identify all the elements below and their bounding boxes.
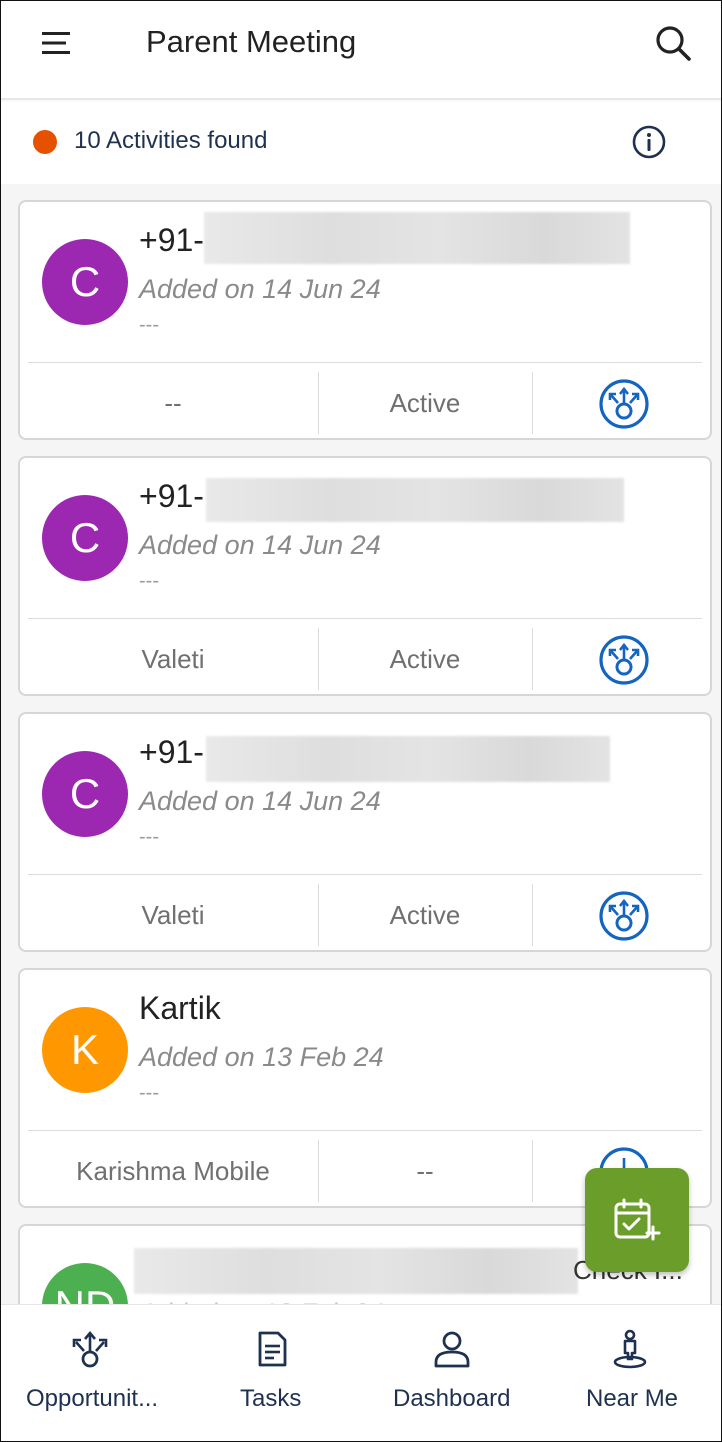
near-me-icon: [613, 1329, 647, 1369]
status-cell: Active: [389, 899, 461, 930]
nav-near-me[interactable]: Near Me: [540, 1305, 722, 1442]
activity-card[interactable]: C +91- Added on 14 Jun 24 --- -- Active: [18, 200, 712, 440]
activity-card[interactable]: C +91- Added on 14 Jun 24 --- Valeti Act…: [18, 456, 712, 696]
activity-card[interactable]: C +91- Added on 14 Jun 24 --- Valeti Act…: [18, 712, 712, 952]
add-activity-fab[interactable]: [585, 1168, 689, 1272]
search-icon[interactable]: [654, 24, 692, 62]
menu-icon[interactable]: [42, 30, 72, 56]
opportunity-icon[interactable]: [598, 634, 650, 686]
status-cell: Active: [389, 643, 461, 674]
card-subtitle: ---: [139, 1082, 159, 1104]
card-divider: [28, 874, 702, 875]
nav-tasks[interactable]: Tasks: [180, 1305, 360, 1442]
contact-name: +91-: [139, 734, 204, 770]
card-subtitle: ---: [139, 826, 159, 848]
nav-label: Near Me: [586, 1385, 679, 1412]
card-divider: [28, 1130, 702, 1131]
cell-separator: [532, 628, 533, 690]
avatar: C: [42, 751, 128, 837]
calendar-check-plus-icon: [614, 1198, 661, 1241]
nav-label: Dashboard: [393, 1385, 511, 1412]
assignee-cell: Valeti: [141, 899, 205, 930]
page-title: Parent Meeting: [146, 24, 357, 59]
contact-name: Kartik: [139, 990, 221, 1026]
card-subtitle: ---: [139, 314, 159, 336]
redacted-phone: [206, 736, 610, 782]
contact-name: +91-: [139, 478, 204, 514]
added-date: Added on 14 Jun 24: [139, 786, 381, 816]
card-divider: [28, 618, 702, 619]
app-bar: Parent Meeting: [0, 0, 722, 98]
redacted-phone: [204, 212, 630, 264]
avatar: C: [42, 239, 128, 325]
assignee-cell: Karishma Mobile: [76, 1155, 270, 1186]
dashboard-icon: [434, 1331, 470, 1368]
status-cell: Active: [389, 387, 461, 418]
redacted-name: [134, 1248, 578, 1294]
cell-separator: [532, 884, 533, 946]
avatar: C: [42, 495, 128, 581]
contact-name: +91-: [139, 222, 204, 258]
card-subtitle: ---: [139, 570, 159, 592]
nav-label: Tasks: [240, 1385, 302, 1412]
opportunity-icon[interactable]: [598, 890, 650, 942]
tasks-icon: [258, 1331, 287, 1367]
added-date: Added on 13 Feb 24: [139, 1042, 384, 1072]
status-dot: [33, 130, 57, 154]
nav-label: Opportunit...: [26, 1385, 159, 1412]
avatar: K: [42, 1007, 128, 1093]
opportunity-icon: [72, 1330, 108, 1368]
info-icon[interactable]: [631, 124, 667, 160]
assignee-cell: --: [164, 387, 182, 418]
cell-separator: [532, 372, 533, 434]
status-cell: --: [416, 1155, 434, 1186]
activities-count-label: 10 Activities found: [74, 127, 268, 154]
cell-separator: [532, 1140, 533, 1202]
card-divider: [28, 362, 702, 363]
opportunity-icon[interactable]: [598, 378, 650, 430]
nav-dashboard[interactable]: Dashboard: [360, 1305, 540, 1442]
nav-opportunities[interactable]: Opportunit...: [0, 1305, 180, 1442]
assignee-cell: Valeti: [141, 643, 205, 674]
redacted-phone: [206, 478, 624, 522]
added-date: Added on 14 Jun 24: [139, 274, 381, 304]
added-date: Added on 14 Jun 24: [139, 530, 381, 560]
bottom-navigation: Opportunit... Tasks Dashboard Near Me: [0, 1304, 722, 1442]
